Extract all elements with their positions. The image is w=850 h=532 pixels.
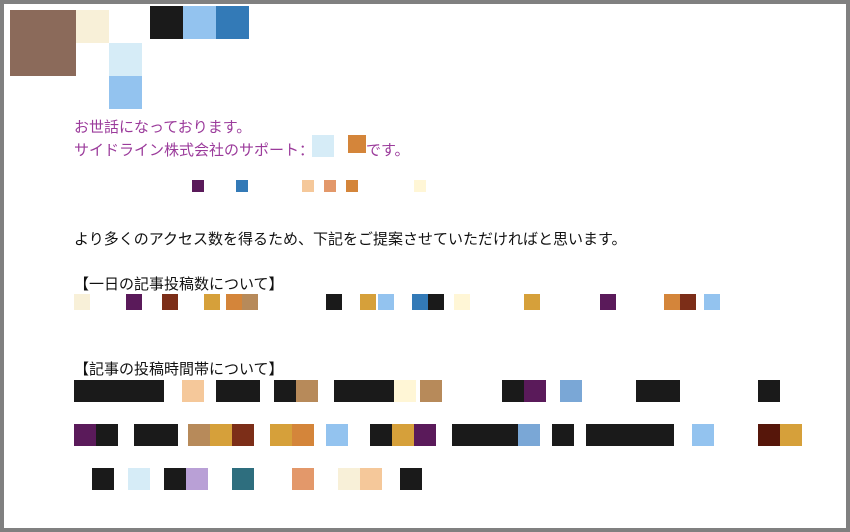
deco-block (43, 43, 76, 76)
deco-block (76, 43, 109, 76)
redact-block (378, 294, 394, 310)
section2-title: 【記事の投稿時間帯について】 (74, 359, 284, 380)
redact-block (274, 380, 296, 402)
redact-block (586, 424, 674, 446)
intro-text: より多くのアクセス数を得るため、下記をご提案させていただければと思います。 (74, 229, 626, 250)
deco-block (150, 6, 183, 39)
greeting-line2-prefix: サイドライン株式会社のサポート： (74, 140, 314, 161)
redact-block (428, 294, 444, 310)
redact-block (454, 294, 470, 310)
deco-dot (302, 180, 314, 192)
redact-block (692, 424, 714, 446)
redact-block (134, 424, 178, 446)
redact-block (758, 424, 780, 446)
deco-block (10, 43, 43, 76)
redact-block (296, 380, 318, 402)
deco-block (183, 6, 216, 39)
deco-dot (192, 180, 204, 192)
redact-block (560, 380, 582, 402)
deco-block (216, 6, 249, 39)
redact-block (270, 424, 292, 446)
redact-block (704, 294, 720, 310)
redact-block (326, 294, 342, 310)
deco-block (43, 10, 76, 43)
redact-block (552, 424, 574, 446)
redact-block (126, 294, 142, 310)
redact-block (312, 135, 334, 157)
redact-block (680, 294, 696, 310)
redact-block (758, 380, 780, 402)
deco-block (109, 76, 142, 109)
page-canvas: お世話になっております。 サイドライン株式会社のサポート： です。 より多くのア… (4, 4, 846, 528)
redact-block (394, 380, 416, 402)
redact-block (210, 424, 232, 446)
redact-block (636, 380, 680, 402)
deco-dot (324, 180, 336, 192)
redact-block (226, 294, 242, 310)
redact-block (370, 424, 392, 446)
redact-block (334, 380, 394, 402)
redact-block (524, 380, 546, 402)
redact-block (348, 135, 366, 153)
redact-block (74, 380, 164, 402)
redact-block (92, 468, 114, 490)
redact-block (96, 424, 118, 446)
section1-title: 【一日の記事投稿数について】 (74, 274, 284, 295)
redact-block (188, 424, 210, 446)
redact-block (232, 424, 254, 446)
redact-block (162, 294, 178, 310)
redact-block (664, 294, 680, 310)
redact-block (452, 424, 518, 446)
redact-block (204, 294, 220, 310)
deco-dot (236, 180, 248, 192)
redact-block (182, 380, 204, 402)
redact-block (216, 380, 260, 402)
redact-block (780, 424, 802, 446)
redact-block (600, 294, 616, 310)
deco-block (109, 43, 142, 76)
redact-block (232, 468, 254, 490)
redact-block (518, 424, 540, 446)
deco-dot (414, 180, 426, 192)
redact-block (414, 424, 436, 446)
greeting-line1: お世話になっております。 (74, 117, 251, 138)
redact-block (186, 468, 208, 490)
redact-block (292, 468, 314, 490)
redact-block (412, 294, 428, 310)
redact-block (74, 294, 90, 310)
redact-block (392, 424, 414, 446)
redact-block (128, 468, 150, 490)
redact-block (292, 424, 314, 446)
redact-block (502, 380, 524, 402)
greeting-line2-suffix: です。 (366, 140, 410, 161)
redact-block (164, 468, 186, 490)
redact-block (400, 468, 422, 490)
redact-block (338, 468, 360, 490)
redact-block (326, 424, 348, 446)
deco-dot (346, 180, 358, 192)
redact-block (74, 424, 96, 446)
redact-block (360, 294, 376, 310)
redact-block (420, 380, 442, 402)
redact-block (242, 294, 258, 310)
deco-block (76, 10, 109, 43)
deco-block (10, 10, 43, 43)
redact-block (524, 294, 540, 310)
redact-block (360, 468, 382, 490)
